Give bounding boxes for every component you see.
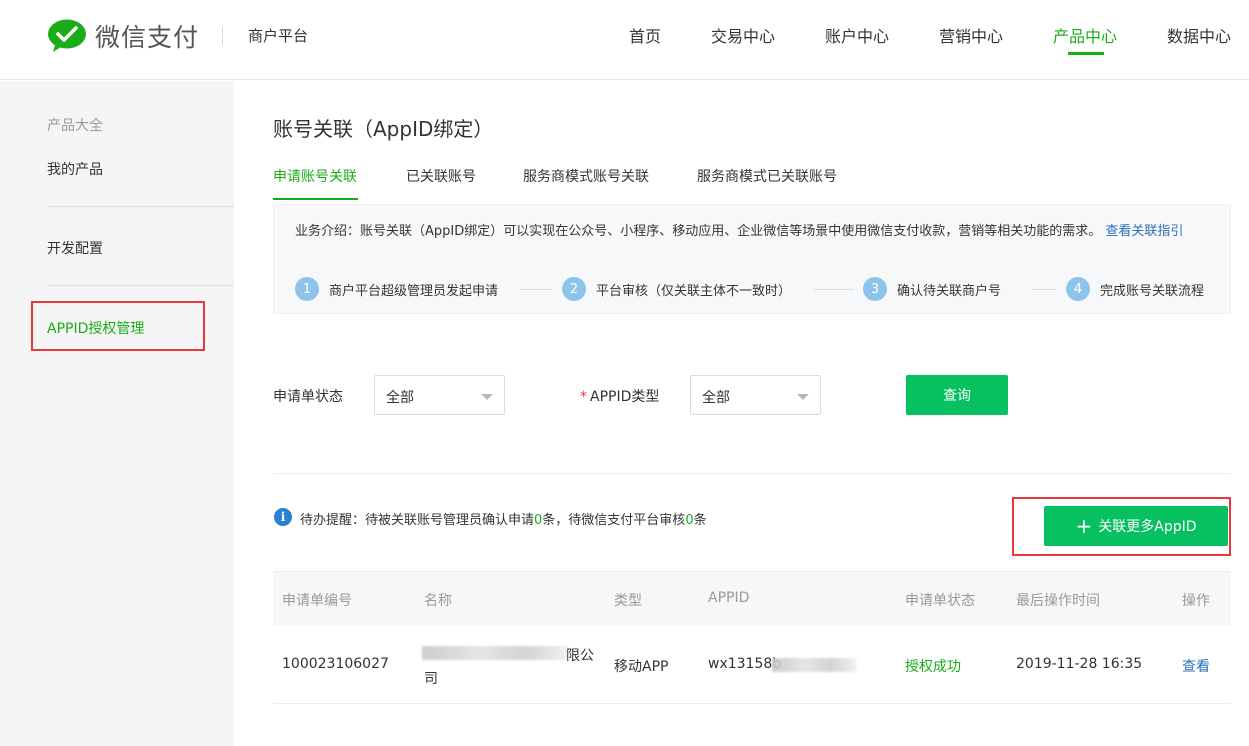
status-filter-label: 申请单状态: [273, 389, 343, 405]
step-1: 1 商户平台超级管理员发起申请: [295, 277, 498, 301]
section-divider: [273, 473, 1231, 474]
redacted-appid: [772, 658, 856, 672]
appid-type-select[interactable]: 全部: [690, 375, 821, 415]
tab-apply-association[interactable]: 申请账号关联: [273, 166, 357, 186]
todo-reminder: 待办提醒：待被关联账号管理员确认申请0条，待微信支付平台审核0条: [300, 509, 707, 528]
column-header-type: 类型: [614, 593, 642, 609]
column-header-action: 操作: [1182, 593, 1210, 609]
step-connector: [520, 289, 552, 290]
column-header-id: 申请单编号: [282, 593, 352, 609]
sidebar: 产品大全 我的产品 开发配置 APPID授权管理: [0, 81, 234, 746]
step-number: 4: [1066, 277, 1090, 301]
sidebar-item-my-products[interactable]: 我的产品: [47, 159, 103, 179]
header-divider: [222, 27, 223, 45]
highlight-box-add-button: [1012, 497, 1231, 556]
step-label: 平台审核（仅关联主体不一致时）: [596, 283, 792, 299]
reminder-text: 待办提醒：待被关联账号管理员确认申请: [300, 513, 535, 528]
cell-id: 100023106027: [282, 656, 389, 672]
step-connector: [814, 289, 854, 290]
appid-type-select-value: 全部: [702, 390, 730, 406]
guide-link[interactable]: 查看关联指引: [1105, 224, 1183, 239]
platform-name: 商户平台: [248, 27, 309, 45]
step-2: 2 平台审核（仅关联主体不一致时）: [562, 277, 791, 301]
top-header: 微信支付 商户平台 首页 交易中心 账户中心 营销中心 产品中心 数据中心: [0, 0, 1249, 80]
page-title: 账号关联（AppID绑定）: [273, 117, 494, 141]
redacted-name: [422, 646, 568, 660]
step-4: 4 完成账号关联流程: [1066, 277, 1204, 301]
step-number: 1: [295, 277, 319, 301]
intro-text: 业务介绍：账号关联（AppID绑定）可以实现在公众号、小程序、移动应用、企业微信…: [295, 221, 1215, 243]
nav-home[interactable]: 首页: [629, 23, 661, 47]
sidebar-group-title: 产品大全: [47, 118, 103, 134]
pending-review-count: 0: [685, 513, 694, 528]
reminder-text: 条: [693, 513, 707, 528]
nav-marketing-center[interactable]: 营销中心: [939, 23, 1003, 47]
row-divider: [273, 703, 1231, 704]
cell-appid: wx13158b: [708, 656, 782, 672]
nav-active-indicator: [1068, 52, 1104, 55]
step-label: 商户平台超级管理员发起申请: [329, 283, 499, 299]
cell-type: 移动APP: [614, 659, 669, 675]
chevron-down-icon: [481, 394, 493, 400]
status-select[interactable]: 全部: [374, 375, 505, 415]
intro-panel: 业务介绍：账号关联（AppID绑定）可以实现在公众号、小程序、移动应用、企业微信…: [273, 204, 1231, 314]
sidebar-divider: [47, 206, 234, 207]
column-header-appid: APPID: [708, 590, 750, 606]
step-label: 确认待关联商户号: [897, 283, 1002, 299]
required-marker: *: [580, 389, 587, 405]
info-icon: i: [274, 508, 292, 526]
view-link[interactable]: 查看: [1182, 656, 1210, 676]
sidebar-item-dev-config[interactable]: 开发配置: [47, 238, 103, 258]
cell-status: 授权成功: [905, 659, 961, 675]
tab-sp-associated-accounts[interactable]: 服务商模式已关联账号: [697, 166, 837, 186]
column-header-status: 申请单状态: [905, 593, 975, 609]
highlight-box-sidebar: [31, 301, 205, 351]
cell-name-line2: 司: [424, 671, 438, 687]
cell-name-end: 限公: [566, 648, 594, 664]
intro-description: 业务介绍：账号关联（AppID绑定）可以实现在公众号、小程序、移动应用、企业微信…: [295, 224, 1102, 239]
tab-sp-association[interactable]: 服务商模式账号关联: [523, 166, 649, 186]
column-header-name: 名称: [424, 593, 452, 609]
step-label: 完成账号关联流程: [1100, 283, 1205, 299]
brand-name[interactable]: 微信支付: [95, 18, 199, 54]
nav-trade-center[interactable]: 交易中心: [711, 23, 775, 47]
sidebar-divider: [47, 285, 234, 286]
step-number: 3: [863, 277, 887, 301]
step-number: 2: [562, 277, 586, 301]
nav-account-center[interactable]: 账户中心: [825, 23, 889, 47]
appid-type-label-text: APPID类型: [590, 389, 660, 405]
nav-data-center[interactable]: 数据中心: [1167, 23, 1231, 47]
query-button[interactable]: 查询: [906, 375, 1008, 415]
reminder-text: 条，待微信支付平台审核: [542, 513, 686, 528]
nav-product-center[interactable]: 产品中心: [1053, 23, 1117, 47]
appid-type-filter-label: * APPID类型: [580, 386, 659, 406]
step-connector: [1032, 289, 1056, 290]
status-select-value: 全部: [386, 390, 414, 406]
step-3: 3 确认待关联商户号: [863, 277, 1001, 301]
wechat-pay-logo-icon[interactable]: [47, 19, 87, 53]
cell-last-time: 2019-11-28 16:35: [1016, 656, 1143, 672]
chevron-down-icon: [797, 394, 809, 400]
tab-active-indicator: [273, 198, 358, 200]
tab-associated-accounts[interactable]: 已关联账号: [406, 166, 476, 186]
column-header-last-time: 最后操作时间: [1016, 593, 1100, 609]
